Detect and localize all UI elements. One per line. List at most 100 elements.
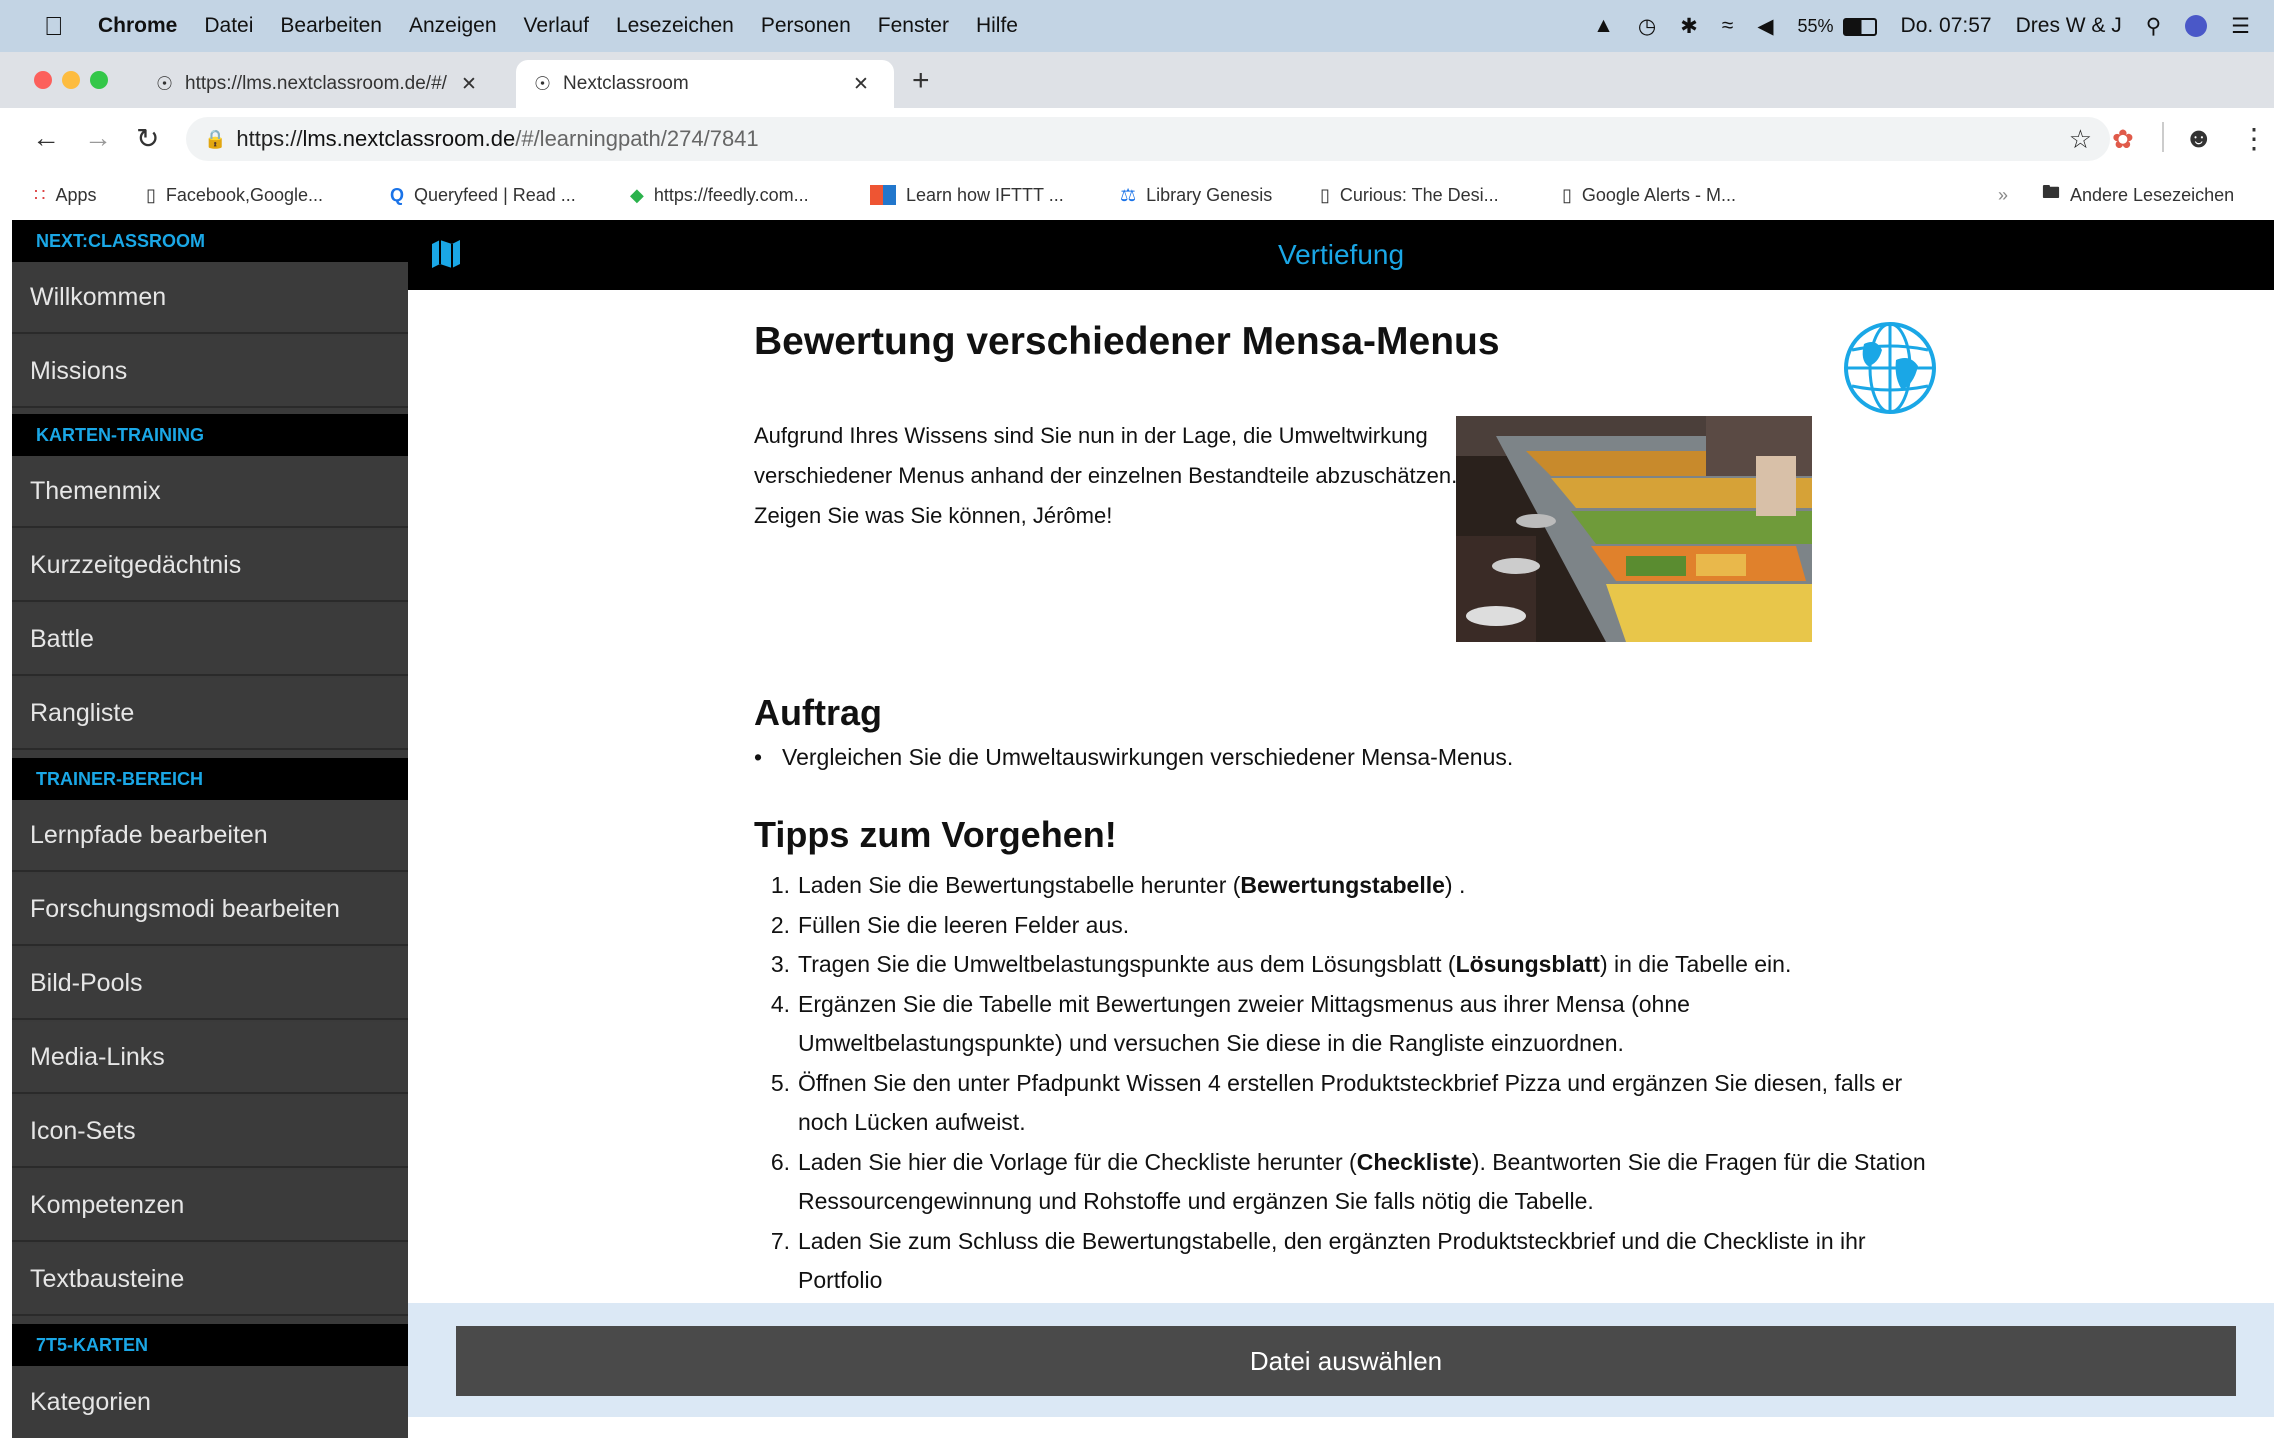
sidebar-item-kurzzeitgedaechtnis[interactable]: Kurzzeitgedächtnis [12,530,408,602]
tipps-heading: Tipps zum Vorgehen! [754,814,1117,855]
tab-title: Nextclassroom [563,73,689,94]
auftrag-list: • Vergleichen Sie die Umweltauswirkungen… [754,744,1513,771]
list-item: • Vergleichen Sie die Umweltauswirkungen… [754,744,1513,771]
sidebar-item-icon-sets[interactable]: Icon-Sets [12,1096,408,1168]
macos-menubar:  Chrome Datei Bearbeiten Anzeigen Verla… [0,0,2274,52]
back-icon[interactable]: ← [32,122,60,154]
file-select-button[interactable]: Datei auswählen [456,1326,2236,1396]
bullet-icon: • [754,744,763,770]
map-icon[interactable] [428,236,464,272]
bookmark-apps[interactable]: ∷ Apps [34,170,96,220]
extension-icon[interactable]: ✿ [2112,124,2134,155]
maximize-window-button[interactable] [90,71,108,89]
profile-icon[interactable]: ☻ [2184,122,2213,154]
bookmark-library-genesis[interactable]: ⚖ Library Genesis [1120,170,1272,220]
bookmark-other[interactable]: 🖿 Andere Lesezeichen [2042,170,2234,220]
user-name[interactable]: Dres W & J [2016,14,2122,38]
queryfeed-icon: Q [390,184,405,205]
download-link[interactable]: Bewertungstabelle [1240,872,1445,898]
sidebar-item-missions[interactable]: Missions [12,336,408,408]
sidebar-item-battle[interactable]: Battle [12,604,408,676]
sidebar-heading: TRAINER-BEREICH [12,758,408,800]
list-number: 7. [770,1227,790,1254]
clock[interactable]: Do. 07:57 [1901,14,1992,38]
new-tab-button[interactable]: + [912,64,930,98]
sidebar-item-bild-pools[interactable]: Bild-Pools [12,948,408,1020]
page-icon: ▯ [146,184,156,205]
tipps-item: 2. Füllen Sie die leeren Felder aus. [754,906,1954,946]
url-prefix: https:// [236,126,303,151]
menu-chrome[interactable]: Chrome [98,14,177,38]
bookmarks-overflow-button[interactable]: » [1998,170,2008,220]
sidebar-item-lernpfade-bearbeiten[interactable]: Lernpfade bearbeiten [12,800,408,872]
sidebar-item-forschungsmodi-bearbeiten[interactable]: Forschungsmodi bearbeiten [12,874,408,946]
tipps-item: 1. Laden Sie die Bewertungstabelle herunt… [754,866,1954,906]
sidebar-item-themenmix[interactable]: Themenmix [12,456,408,528]
battery-percent[interactable]: 55% [1797,16,1877,37]
buffet-image [1456,416,1812,642]
bookmark-curious[interactable]: ▯ Curious: The Desi... [1320,170,1499,220]
siri-icon[interactable] [2185,15,2208,37]
lock-icon: 🔒 [204,128,227,149]
folder-icon: 🖿 [2042,182,2060,202]
tipps-item-text-pre: Laden Sie hier die Vorlage für die Check… [798,1148,1357,1175]
url-path: /#/learningpath/274/7841 [515,126,759,151]
bluetooth-icon[interactable]: ✱ [1680,14,1698,39]
sidebar-item-textbausteine[interactable]: Textbausteine [12,1244,408,1316]
menu-lesezeichen[interactable]: Lesezeichen [616,14,734,38]
download-link[interactable]: Checkliste [1357,1149,1472,1175]
list-item-text: Vergleichen Sie die Umweltauswirkungen v… [782,744,1514,770]
tab-lms[interactable]: ☉ https://lms.nextclassroom.de/#/ ✕ [140,60,510,108]
sidebar-item-rangliste[interactable]: Rangliste [12,678,408,750]
tipps-item: 6. Laden Sie hier die Vorlage für die Che… [754,1143,1954,1222]
sidebar: NEXT:CLASSROOM Willkommen Missions KARTE… [12,220,408,1438]
minimize-window-button[interactable] [62,71,80,89]
reload-icon[interactable]: ↻ [136,122,159,155]
time-machine-icon[interactable]: ◷ [1638,14,1656,39]
menu-bearbeiten[interactable]: Bearbeiten [280,14,382,38]
tab-nextclassroom[interactable]: ☉ Nextclassroom ✕ [516,60,894,108]
menu-datei[interactable]: Datei [204,14,253,38]
spotlight-icon[interactable]: ⚲ [2146,14,2161,39]
sidebar-item-kategorien[interactable]: Kategorien [12,1366,408,1438]
sidebar-item-media-links[interactable]: Media-Links [12,1022,408,1094]
upload-icon[interactable]: ▲ [1593,14,1614,38]
tipps-item-text-pre: Laden Sie die Bewertungstabelle herunter… [798,872,1241,898]
sidebar-item-kompetenzen[interactable]: Kompetenzen [12,1170,408,1242]
sidebar-heading: 7T5-KARTEN [12,1324,408,1366]
menu-personen[interactable]: Personen [761,14,851,38]
close-window-button[interactable] [34,71,52,89]
ifttt-icon [870,185,896,205]
bookmark-queryfeed[interactable]: Q Queryfeed | Read ... [390,170,576,220]
notification-center-icon[interactable]: ☰ [2231,14,2250,39]
tipps-item-text-pre: Öffnen Sie den unter Pfadpunkt Wissen 4 … [798,1069,1903,1136]
wifi-icon[interactable]: ≈ [1722,14,1734,38]
bookmark-ifttt[interactable]: Learn how IFTTT ... [870,170,1064,220]
list-number: 5. [770,1069,790,1096]
bookmark-google-alerts[interactable]: ▯ Google Alerts - M... [1562,170,1736,220]
url-host: lms.nextclassroom.de [302,126,516,151]
menu-fenster[interactable]: Fenster [878,14,949,38]
sidebar-item-willkommen[interactable]: Willkommen [12,262,408,334]
tab-close-icon[interactable]: ✕ [853,73,869,96]
bookmark-feedly[interactable]: ◆ https://feedly.com... [630,170,809,220]
menu-verlauf[interactable]: Verlauf [524,14,589,38]
page-title: Bewertung verschiedener Mensa-Menus [754,320,1500,363]
menu-anzeigen[interactable]: Anzeigen [409,14,497,38]
apple-icon[interactable]:  [44,11,74,42]
tipps-item-text-pre: Laden Sie zum Schluss die Bewertungstabe… [798,1227,1866,1294]
battery-icon [1842,17,1877,36]
chrome-menu-icon[interactable]: ⋮ [2240,122,2268,155]
volume-icon[interactable]: ◀ [1757,14,1773,39]
sidebar-heading: NEXT:CLASSROOM [12,220,408,262]
download-link[interactable]: Lösungsblatt [1456,951,1600,977]
page-icon: ▯ [1320,184,1330,205]
list-number: 4. [770,990,790,1017]
address-bar[interactable]: 🔒 https://lms.nextclassroom.de/#/learnin… [186,117,2110,161]
forward-icon[interactable]: → [84,122,112,154]
tab-close-icon[interactable]: ✕ [461,73,477,96]
bookmark-facebook[interactable]: ▯ Facebook,Google... [146,170,323,220]
menu-hilfe[interactable]: Hilfe [976,14,1018,38]
bookmark-star-icon[interactable]: ☆ [2069,124,2092,155]
list-number: 6. [770,1148,790,1175]
